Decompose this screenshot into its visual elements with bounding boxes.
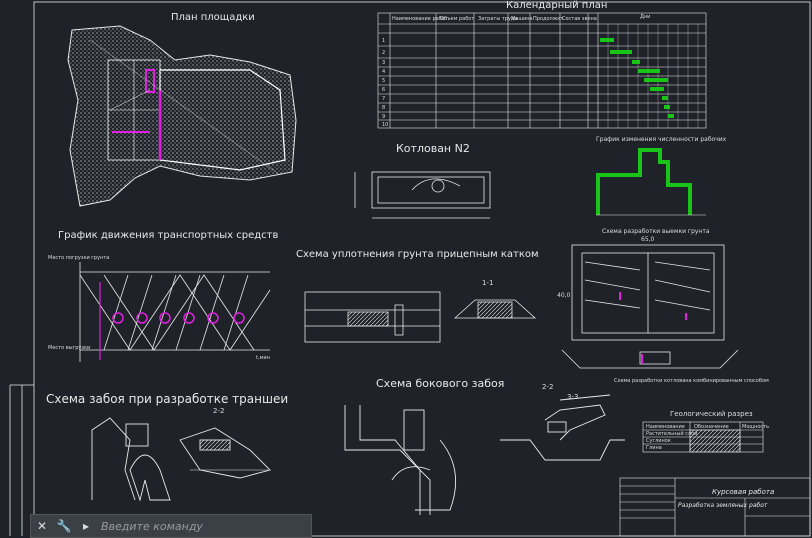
command-input[interactable] — [97, 519, 295, 533]
cal-head-volume: Объем работ — [440, 16, 475, 22]
cal-row-num: 6 — [382, 87, 386, 93]
scheme-title: Схема разработки выемки грунта — [602, 228, 710, 235]
geo-head-name: Наименование — [646, 424, 685, 430]
cal-row-num: 1 — [382, 38, 386, 44]
tb-subject: Разработка земляных работ — [678, 502, 768, 509]
transport-chart — [79, 262, 271, 362]
site-plan — [67, 25, 297, 207]
geo-row: Суглинок — [646, 438, 671, 444]
close-icon[interactable]: ✕ — [31, 516, 53, 536]
scheme-bottom-caption: Схема разработки котлована комбинированн… — [614, 378, 769, 384]
pit-dimension: 65,0 — [641, 236, 655, 243]
geo-row: Глина — [646, 445, 662, 451]
excavation-markers — [619, 292, 687, 364]
geology-title: Геологический разрез — [670, 410, 753, 418]
section-22-right: 2-2 — [542, 383, 554, 391]
workers-chart — [596, 148, 706, 216]
compaction-title: Схема уплотнения грунта прицепным катком — [296, 249, 539, 260]
trench-title: Схема забоя при разработке траншеи — [46, 392, 289, 406]
calendar-bars — [600, 38, 674, 118]
axis-left-bottom: Место выгрузки — [48, 345, 91, 351]
cal-head-duration: Продолжит. — [533, 16, 565, 22]
geo-head-symbol: Обозначение — [694, 424, 729, 430]
trench-face — [91, 417, 271, 502]
workers-chart-title: График изменения численности рабочих — [596, 136, 727, 143]
geo-head-thickness: Мощность — [742, 424, 770, 430]
cal-row-num: 7 — [382, 96, 386, 102]
cal-row-num: 3 — [382, 60, 386, 66]
compaction-scheme — [304, 291, 537, 343]
pit-n2 — [354, 171, 491, 219]
prompt-icon[interactable]: ▸ — [75, 516, 97, 536]
transport-title: График движения транспортных средств — [58, 230, 279, 241]
tb-project: Курсовая работа — [712, 488, 775, 496]
cal-head-crew: Состав звена — [562, 16, 597, 22]
cal-row-num: 10 — [382, 122, 389, 128]
pit-height: 40,0 — [557, 292, 571, 299]
cal-row-num: 4 — [382, 69, 386, 75]
pit-title: Котлован N2 — [396, 142, 470, 155]
section-11: 1-1 — [482, 279, 494, 287]
cal-row-num: 8 — [382, 105, 386, 111]
section-33 — [500, 394, 625, 461]
cal-row-num: 2 — [382, 50, 386, 56]
drawing-canvas[interactable] — [0, 0, 812, 538]
cal-head-days: Дни — [640, 14, 651, 20]
axis-right: t,мин — [256, 355, 270, 361]
section-22-left: 2-2 — [213, 407, 225, 415]
side-face — [344, 405, 457, 515]
excavation-scheme — [561, 244, 739, 369]
cal-row-num: 5 — [382, 78, 386, 84]
axis-left-top: Место погрузки грунта — [48, 255, 110, 261]
calendar-title: Календарный план — [506, 0, 608, 11]
cal-head-machine: Машина — [511, 16, 533, 22]
wrench-icon[interactable]: 🔧 — [53, 516, 75, 536]
cal-row-num: 9 — [382, 114, 386, 120]
geo-row: Растительный слой — [646, 431, 698, 437]
side-face-title: Схема бокового забоя — [376, 377, 505, 390]
site-plan-title: План площадки — [171, 12, 255, 23]
command-line: ✕ 🔧 ▸ — [30, 514, 312, 538]
section-33: 3-3 — [567, 393, 579, 401]
